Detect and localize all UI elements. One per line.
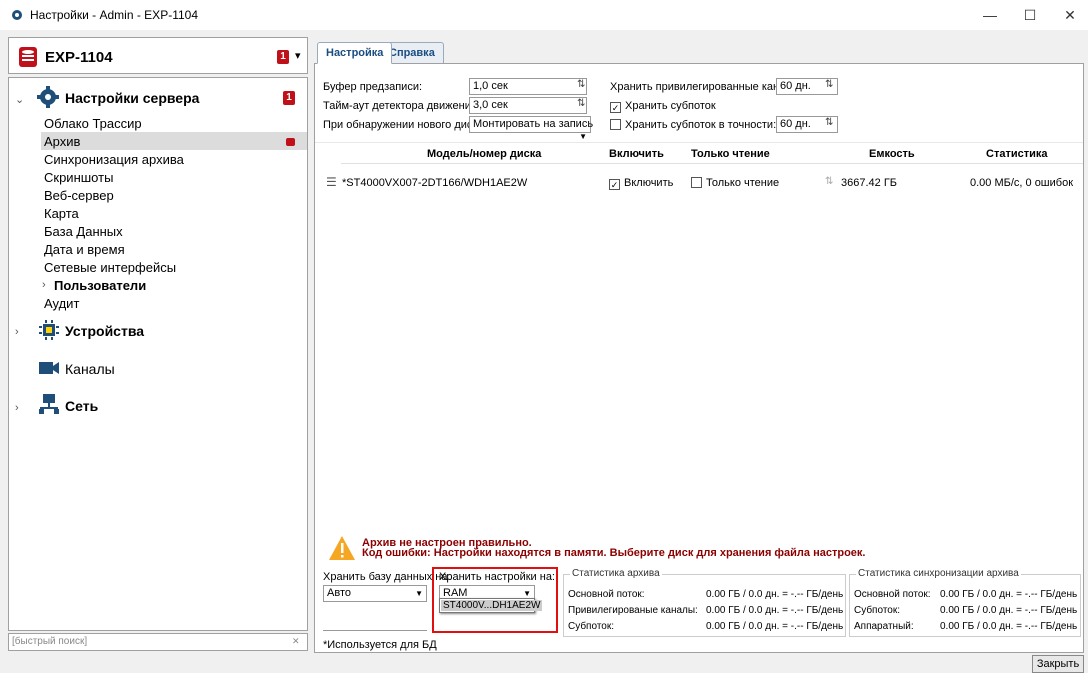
right-panel: Настройка Справка Буфер предзаписи: 1,0 … — [314, 33, 1084, 653]
tree-item-cloud[interactable]: Облако Трассир — [44, 116, 142, 131]
gear-icon — [12, 10, 22, 20]
sync-stat-label: Аппаратный: — [854, 621, 914, 632]
tree-item-audit[interactable]: Аудит — [44, 296, 79, 311]
minimize-button[interactable]: — — [970, 0, 1010, 30]
dropdown-option[interactable]: ST4000V...DH1AE2W — [441, 600, 543, 611]
disk-stats: 0.00 МБ/с, 0 ошибок — [970, 177, 1074, 189]
camera-icon — [39, 362, 59, 374]
sync-stat-label: Основной поток: — [854, 589, 931, 600]
search-input[interactable]: [быстрый поиск] — [12, 636, 87, 647]
tree-item-archive[interactable]: Архив — [44, 134, 80, 149]
archive-stats-group: Статистика архива Основной поток: 0.00 Г… — [563, 568, 846, 637]
prebuffer-input[interactable]: 1,0 сек — [469, 78, 587, 95]
chevron-right-icon[interactable]: › — [15, 326, 19, 338]
tree-item-screenshots[interactable]: Скриншоты — [44, 170, 113, 185]
chevron-down-icon[interactable]: ⌄ — [15, 93, 24, 106]
clear-search-icon[interactable]: ✕ — [292, 636, 300, 647]
close-button[interactable]: Закрыть — [1032, 655, 1084, 673]
spinner-icon[interactable]: ⇅ — [577, 79, 585, 90]
tree-item-archive-sync[interactable]: Синхронизация архива — [44, 152, 184, 167]
drag-handle-icon[interactable]: ☰ — [326, 175, 337, 189]
divider — [323, 630, 427, 631]
disk-capacity: 3667.42 ГБ — [841, 177, 897, 189]
sync-stat-value: 0.00 ГБ / 0.0 дн. = -.-- ГБ/день — [940, 589, 1078, 600]
sync-stat-value: 0.00 ГБ / 0.0 дн. = -.-- ГБ/день — [940, 605, 1078, 616]
new-disk-label: При обнаружении нового диска: — [323, 119, 487, 131]
sort-arrows-icon[interactable]: ⇅ — [825, 176, 833, 187]
selected-row-highlight — [41, 132, 307, 150]
disk-enable-checkbox[interactable]: ✓ Включить — [609, 177, 673, 190]
table-row[interactable]: ☰ *ST4000VX007-2DT166/WDH1AE2W ✓ Включить… — [315, 172, 1083, 194]
tree-network[interactable]: Сеть — [65, 398, 98, 414]
archive-stat-value: 0.00 ГБ / 0.0 дн. = -.-- ГБ/день — [706, 589, 844, 600]
sync-stat-label: Субпоток: — [854, 605, 901, 616]
tree-item-map[interactable]: Карта — [44, 206, 79, 221]
close-window-button[interactable]: ✕ — [1050, 0, 1088, 30]
tab-settings[interactable]: Настройка — [317, 42, 393, 64]
warning-icon — [329, 536, 355, 560]
motion-timeout-label: Тайм-аут детектора движения: — [323, 100, 480, 112]
tree-item-database[interactable]: База Данных — [44, 224, 123, 239]
keep-substream-checkbox[interactable]: ✓ Хранить субпоток — [610, 100, 716, 113]
sync-stats-title: Статистика синхронизации архива — [856, 568, 1021, 579]
db-note: *Используется для БД — [323, 639, 437, 651]
archive-stat-label: Привилегированые каналы: — [568, 605, 698, 616]
store-settings-label: Хранить настройки на: — [439, 571, 555, 583]
chevron-right-icon[interactable]: › — [42, 279, 46, 291]
tree-devices[interactable]: Устройства — [65, 323, 144, 339]
tree-item-network-interfaces[interactable]: Сетевые интерфейсы — [44, 260, 176, 275]
keep-priv-label: Хранить привилегированные каналы: — [610, 81, 803, 93]
chevron-down-icon[interactable]: ▾ — [295, 49, 301, 62]
keep-substream-exact-checkbox[interactable]: Хранить субпоток в точности: — [610, 119, 776, 131]
left-panel: EXP-1104 1 ▾ ⌄ Настройки сервера 1 Облак… — [8, 33, 308, 653]
store-db-select[interactable]: Авто ▼ — [323, 585, 427, 602]
sync-stats-group: Статистика синхронизации архива Основной… — [849, 568, 1081, 637]
network-icon — [39, 394, 59, 414]
spinner-icon[interactable]: ⇅ — [825, 79, 833, 90]
col-header-stats: Статистика — [986, 148, 1048, 160]
archive-stats-title: Статистика архива — [570, 568, 662, 579]
dropdown-list: ST4000V...DH1AE2W — [439, 598, 543, 613]
maximize-button[interactable]: ☐ — [1010, 0, 1050, 30]
divider — [315, 142, 1083, 143]
archive-stat-value: 0.00 ГБ / 0.0 дн. = -.-- ГБ/день — [706, 621, 844, 632]
device-selector[interactable]: EXP-1104 1 ▾ — [8, 37, 308, 74]
warning-message: Код ошибки: Настройки находятся в памяти… — [362, 547, 866, 559]
col-header-readonly: Только чтение — [691, 148, 770, 160]
archive-stat-label: Основной поток: — [568, 589, 645, 600]
tree-channels[interactable]: Каналы — [65, 361, 115, 377]
tree-item-web-server[interactable]: Веб-сервер — [44, 188, 114, 203]
server-settings-badge: 1 — [283, 91, 295, 105]
spinner-icon[interactable]: ⇅ — [577, 98, 585, 109]
new-disk-select[interactable]: Монтировать на запись ▼ — [469, 116, 593, 141]
database-icon — [19, 47, 37, 67]
col-header-enable: Включить — [609, 148, 664, 160]
motion-timeout-input[interactable]: 3,0 сек — [469, 97, 587, 114]
title-bar: Настройки - Admin - EXP-1104 — ☐ ✕ — [0, 0, 1088, 30]
tree-item-users[interactable]: Пользователи — [54, 278, 146, 293]
sync-stat-value: 0.00 ГБ / 0.0 дн. = -.-- ГБ/день — [940, 621, 1078, 632]
archive-stat-value: 0.00 ГБ / 0.0 дн. = -.-- ГБ/день — [706, 605, 844, 616]
settings-tree: ⌄ Настройки сервера 1 Облако Трассир Арх… — [8, 77, 308, 631]
archive-settings-content: Буфер предзаписи: 1,0 сек ⇅ Тайм-аут дет… — [314, 63, 1084, 653]
device-badge: 1 — [277, 50, 289, 64]
disk-model: *ST4000VX007-2DT166/WDH1AE2W — [342, 177, 528, 189]
archive-stat-label: Субпоток: — [568, 621, 615, 632]
divider — [341, 163, 1083, 164]
tree-server-settings[interactable]: Настройки сервера — [65, 90, 199, 106]
gear-icon — [37, 86, 59, 108]
prebuffer-label: Буфер предзаписи: — [323, 81, 423, 93]
col-header-model: Модель/номер диска — [427, 148, 542, 160]
devices-icon — [39, 320, 59, 340]
disk-readonly-checkbox[interactable]: Только чтение — [691, 177, 779, 189]
chevron-right-icon[interactable]: › — [15, 402, 19, 414]
error-indicator — [286, 138, 295, 146]
device-name: EXP-1104 — [45, 49, 113, 66]
tree-item-datetime[interactable]: Дата и время — [44, 242, 125, 257]
window-title: Настройки - Admin - EXP-1104 — [30, 8, 198, 22]
col-header-capacity: Емкость — [869, 148, 915, 160]
search-box[interactable]: [быстрый поиск] ✕ — [8, 633, 308, 651]
spinner-icon[interactable]: ⇅ — [825, 117, 833, 128]
